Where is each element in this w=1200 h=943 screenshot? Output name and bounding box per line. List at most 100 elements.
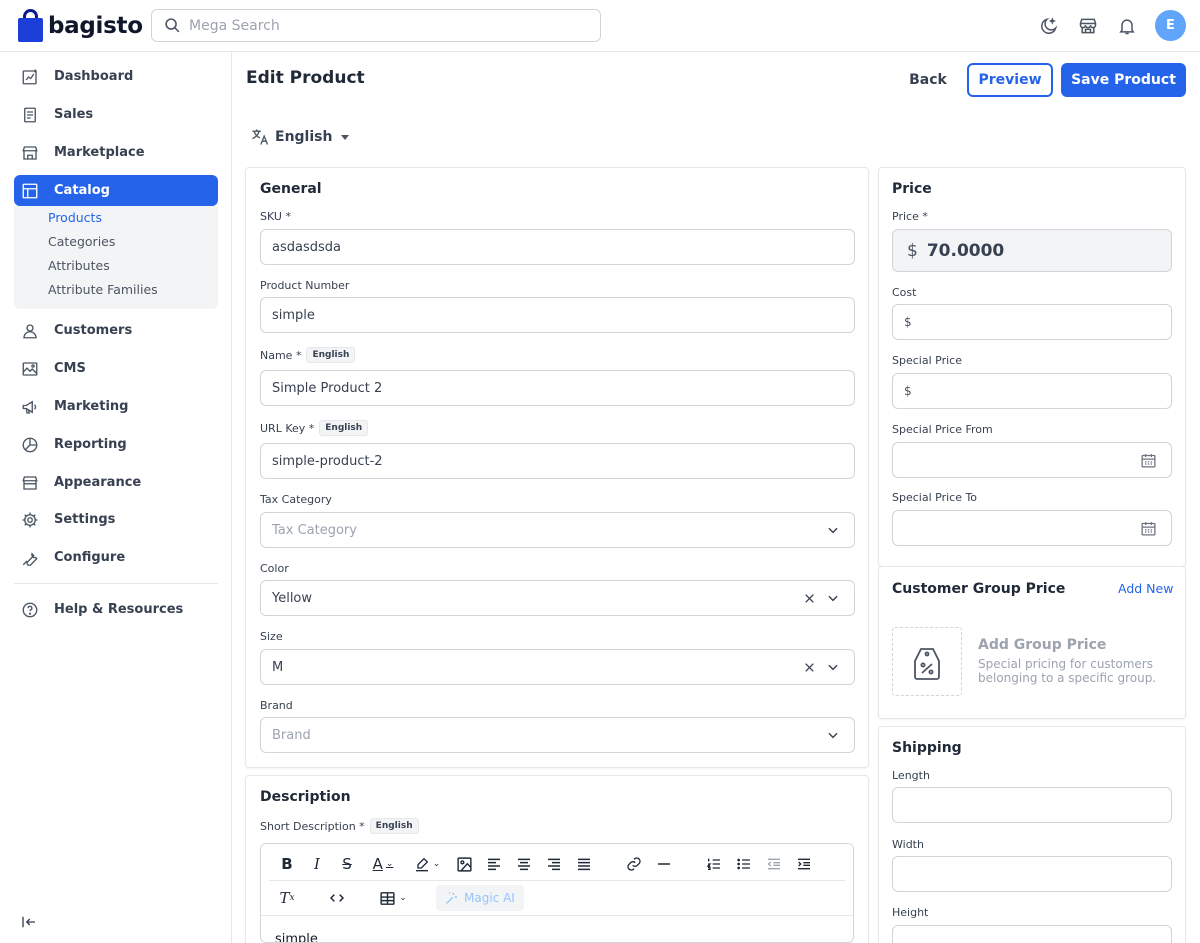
color-select[interactable]: Yellow xyxy=(260,580,855,616)
special-price-to-input[interactable] xyxy=(892,510,1172,546)
special-price-input[interactable]: $ xyxy=(892,373,1172,409)
sidebar-item-appearance[interactable]: Appearance xyxy=(14,467,218,498)
sidebar-item-help[interactable]: Help & Resources xyxy=(14,594,218,625)
submenu-item-attribute-families[interactable]: Attribute Families xyxy=(48,282,158,297)
cost-input[interactable]: $ xyxy=(892,304,1172,340)
height-input[interactable] xyxy=(892,925,1172,943)
calendar-icon[interactable] xyxy=(1140,520,1157,537)
locale-switcher[interactable]: English xyxy=(250,127,350,147)
locale-badge: English xyxy=(319,420,369,436)
sku-input[interactable]: asdasdsda xyxy=(260,229,855,265)
tax-category-select[interactable]: Tax Category xyxy=(260,512,855,548)
product-number-input[interactable]: simple xyxy=(260,297,855,333)
sidebar-item-catalog[interactable]: Catalog xyxy=(14,175,218,206)
special-price-to-label-text: Special Price To xyxy=(892,491,978,504)
width-label: Width xyxy=(892,838,924,851)
cms-icon xyxy=(20,359,40,379)
brand-label: Brand xyxy=(260,699,293,712)
italic-icon[interactable]: I xyxy=(306,853,328,875)
bold-icon[interactable]: B xyxy=(276,853,298,875)
back-button[interactable]: Back xyxy=(900,63,956,96)
color-value: Yellow xyxy=(272,590,313,606)
short-description-editor[interactable]: B I S A ⌄ ⌄ Tx ⌄ Magic AI simple xyxy=(260,843,854,943)
add-new-link[interactable]: Add New xyxy=(1118,581,1173,596)
reporting-icon xyxy=(20,435,40,455)
width-label-text: Width xyxy=(892,838,924,851)
search-icon xyxy=(165,18,180,33)
marketing-icon xyxy=(20,397,40,417)
numbered-list-icon[interactable] xyxy=(703,853,725,875)
submenu-item-products[interactable]: Products xyxy=(48,210,102,225)
dark-mode-icon[interactable] xyxy=(1038,15,1060,37)
width-input[interactable] xyxy=(892,856,1172,892)
sidebar-item-cms[interactable]: CMS xyxy=(14,353,218,384)
customer-group-price-title: Customer Group Price xyxy=(892,581,1066,597)
special-price-label-text: Special Price xyxy=(892,354,962,367)
description-title: Description xyxy=(260,789,351,805)
size-label: Size xyxy=(260,630,283,643)
special-price-from-label-text: Special Price From xyxy=(892,423,993,436)
clear-icon[interactable] xyxy=(803,661,816,674)
sidebar-item-label: Configure xyxy=(54,550,126,565)
insert-image-icon[interactable] xyxy=(453,853,475,875)
price-label: Price * xyxy=(892,210,928,223)
sidebar-item-marketplace[interactable]: Marketplace xyxy=(14,137,218,168)
length-input[interactable] xyxy=(892,787,1172,823)
align-left-icon[interactable] xyxy=(483,853,505,875)
submenu-item-categories[interactable]: Categories xyxy=(48,234,115,249)
size-select[interactable]: M xyxy=(260,649,855,685)
name-label: Name * English xyxy=(260,347,356,363)
source-code-icon[interactable] xyxy=(326,887,348,909)
link-icon[interactable] xyxy=(623,853,645,875)
user-avatar[interactable]: E xyxy=(1155,10,1186,41)
url-key-input[interactable]: simple-product-2 xyxy=(260,443,855,479)
sidebar-item-marketing[interactable]: Marketing xyxy=(14,391,218,422)
chevron-down-icon xyxy=(828,732,838,739)
sidebar-item-customers[interactable]: Customers xyxy=(14,315,218,346)
outdent-icon[interactable] xyxy=(763,853,785,875)
sidebar-item-configure[interactable]: Configure xyxy=(14,542,218,573)
bullet-list-icon[interactable] xyxy=(733,853,755,875)
text-color-icon[interactable]: A ⌄ xyxy=(366,853,400,875)
special-price-from-input[interactable] xyxy=(892,442,1172,478)
submenu-item-attributes[interactable]: Attributes xyxy=(48,258,110,273)
editor-toolbar: B I S A ⌄ ⌄ Tx ⌄ Magic AI xyxy=(261,844,853,916)
collapse-sidebar-icon[interactable] xyxy=(20,913,38,935)
add-group-price-description: Special pricing for customers belonging … xyxy=(978,657,1157,685)
clear-formatting-icon[interactable]: Tx xyxy=(276,887,298,909)
color-label-text: Color xyxy=(260,562,289,575)
align-justify-icon[interactable] xyxy=(573,853,595,875)
url-key-label-text: URL Key * xyxy=(260,421,315,435)
brand-select[interactable]: Brand xyxy=(260,717,855,753)
bagisto-logo[interactable]: bagisto xyxy=(18,9,143,42)
sidebar-item-dashboard[interactable]: Dashboard xyxy=(14,61,218,92)
brand-label-text: Brand xyxy=(260,699,293,712)
clear-icon[interactable] xyxy=(803,592,816,605)
align-center-icon[interactable] xyxy=(513,853,535,875)
save-product-button[interactable]: Save Product xyxy=(1061,63,1186,97)
general-title: General xyxy=(260,181,322,197)
magic-ai-button[interactable]: Magic AI xyxy=(436,885,524,911)
notification-bell-icon[interactable] xyxy=(1116,15,1138,37)
price-input[interactable]: $ 70.0000 xyxy=(892,229,1172,272)
name-input[interactable]: Simple Product 2 xyxy=(260,370,855,406)
sidebar-item-reporting[interactable]: Reporting xyxy=(14,429,218,460)
size-label-text: Size xyxy=(260,630,283,643)
preview-button[interactable]: Preview xyxy=(967,63,1053,97)
sidebar-item-settings[interactable]: Settings xyxy=(14,504,218,535)
indent-icon[interactable] xyxy=(793,853,815,875)
shipping-title: Shipping xyxy=(892,740,962,756)
storefront-icon[interactable] xyxy=(1077,15,1099,37)
calendar-icon[interactable] xyxy=(1140,452,1157,469)
tax-category-placeholder: Tax Category xyxy=(272,522,357,538)
cost-label: Cost xyxy=(892,286,916,299)
sidebar-item-label: Marketing xyxy=(54,399,129,414)
align-right-icon[interactable] xyxy=(543,853,565,875)
mega-search-input[interactable]: Mega Search xyxy=(151,9,601,42)
sidebar-item-label: Dashboard xyxy=(54,69,134,84)
horizontal-rule-icon[interactable] xyxy=(653,853,675,875)
sidebar-item-sales[interactable]: Sales xyxy=(14,99,218,130)
table-icon[interactable]: ⌄ xyxy=(376,887,410,909)
highlight-icon[interactable]: ⌄ xyxy=(410,853,444,875)
strikethrough-icon[interactable]: S xyxy=(336,853,358,875)
